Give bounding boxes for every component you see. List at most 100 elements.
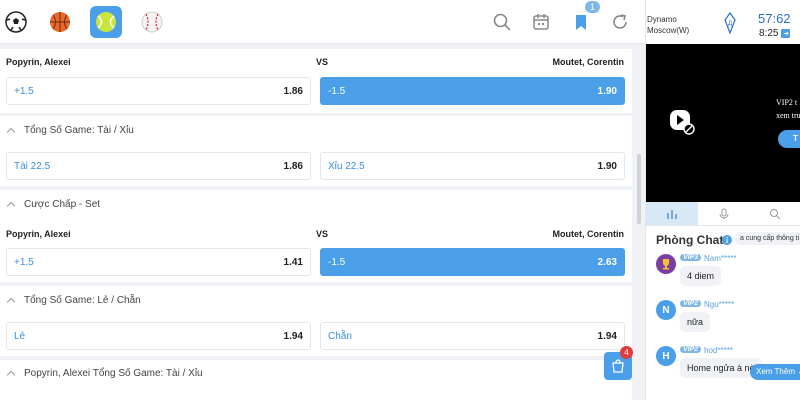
section-title: Tổng Số Game: Lẻ / Chẵn <box>24 295 141 306</box>
section-header[interactable]: Tổng Số Game: Tài / Xỉu <box>6 125 134 137</box>
tennis-ball-icon <box>96 12 116 32</box>
vip-badge: VIP3 <box>680 254 702 261</box>
bet-slip-count-badge: 4 <box>620 346 633 359</box>
home-player: Popyrin, Alexei <box>6 229 71 239</box>
odds-value: 1.90 <box>597 85 617 97</box>
odds-value: 1.94 <box>597 330 617 342</box>
odds-button-away[interactable]: -1.5 1.90 <box>320 77 625 105</box>
sport-tab-soccer[interactable] <box>0 6 32 38</box>
odds-button-odd[interactable]: Lẻ 1.94 <box>6 322 311 350</box>
avatar: H <box>656 346 676 366</box>
chevron-up-icon <box>6 201 16 211</box>
chat-bubble: nữa <box>680 312 711 332</box>
chat-bubble: 4 diem <box>680 266 722 286</box>
sport-tab-baseball[interactable] <box>136 6 168 38</box>
section-title: Popyrin, Alexei Tổng Số Game: Tài / Xỉu <box>24 368 203 379</box>
vs-label: VS <box>316 57 329 67</box>
sport-tab-basketball[interactable] <box>44 6 76 38</box>
odds-label: Lẻ <box>14 330 26 342</box>
bookmark-count-badge: 1 <box>585 1 601 13</box>
info-icon[interactable] <box>722 235 732 245</box>
chevron-up-icon <box>6 370 16 380</box>
vip-badge: VIP2 <box>680 346 702 353</box>
odds-value: 2.63 <box>597 256 617 268</box>
baseball-icon <box>141 11 163 33</box>
play-disabled-icon[interactable] <box>668 108 696 136</box>
panel-tabs <box>646 202 800 226</box>
chevron-up-icon <box>6 297 16 307</box>
section-header[interactable]: Tổng Số Game: Lẻ / Chẵn <box>6 295 141 307</box>
market-card-total-games: Tổng Số Game: Tài / Xỉu Tài 22.5 1.86 Xỉ… <box>0 116 632 186</box>
odds-value: 1.90 <box>597 160 617 172</box>
scoreboard: Dynamo Moscow(W) Д 57:62 8:25 <box>646 0 800 44</box>
odds-button-under[interactable]: Xỉu 22.5 1.90 <box>320 152 625 180</box>
away-player: Moutet, Corentin <box>552 229 625 239</box>
section-header[interactable]: Cược Chấp - Set <box>6 199 101 211</box>
live-video-area[interactable]: VIP2 t xem trư T <box>646 44 800 202</box>
odds-button-home[interactable]: +1.5 1.86 <box>6 77 311 105</box>
see-more-button[interactable]: Xem Thêm ⌄ <box>750 364 800 380</box>
bar-chart-icon <box>666 209 677 219</box>
chat-title: Phòng Chat <box>656 233 724 247</box>
match-clock: 57:62 <box>758 11 791 26</box>
odds-button-home[interactable]: +1.5 1.41 <box>6 248 311 276</box>
scrollbar[interactable] <box>637 154 641 224</box>
chevron-up-icon <box>6 127 16 137</box>
magnifier-icon <box>770 208 781 219</box>
tab-search[interactable] <box>749 202 800 225</box>
chat-room: Phòng Chat a cung cấp thông ti VIP3 Nam*… <box>646 226 800 400</box>
chat-bubble: Home ngửa à nè <box>680 358 762 378</box>
team-logo-icon: Д <box>724 12 736 34</box>
bookmark-icon[interactable] <box>571 12 591 32</box>
right-panel: Dynamo Moscow(W) Д 57:62 8:25 VIP2 t xem… <box>645 0 800 400</box>
chat-notice: a cung cấp thông ti <box>734 232 800 245</box>
market-card-handicap-game: Popyrin, Alexei VS Moutet, Corentin +1.5… <box>0 49 632 113</box>
exit-icon[interactable] <box>781 29 790 38</box>
match-header: Popyrin, Alexei VS Moutet, Corentin <box>6 57 624 67</box>
odds-label: +1.5 <box>14 85 34 97</box>
vip-badge: VIP2 <box>680 300 702 307</box>
odds-label: Xỉu 22.5 <box>328 160 365 172</box>
svg-text:Д: Д <box>728 21 732 27</box>
odds-value: 1.86 <box>283 160 303 172</box>
section-title: Cược Chấp - Set <box>24 199 101 210</box>
odds-label: Tài 22.5 <box>14 160 51 172</box>
tab-statistics[interactable] <box>646 202 698 225</box>
tab-commentary[interactable] <box>698 202 750 225</box>
shopping-bag-icon <box>612 359 624 373</box>
section-title: Tổng Số Game: Tài / Xỉu <box>24 125 134 136</box>
home-player: Popyrin, Alexei <box>6 57 71 67</box>
odds-label: Chẵn <box>328 330 352 342</box>
vs-label: VS <box>316 229 329 239</box>
vip-upgrade-button[interactable]: T <box>778 130 800 148</box>
odds-value: 1.86 <box>283 85 303 97</box>
market-card-odd-even: Tổng Số Game: Lẻ / Chẵn Lẻ 1.94 Chẵn 1.9… <box>0 286 632 356</box>
odds-label: -1.5 <box>328 85 346 97</box>
chat-username: hod***** <box>704 346 733 355</box>
trophy-icon <box>663 259 669 270</box>
team-name: Dynamo Moscow(W) <box>647 15 690 35</box>
odds-label: -1.5 <box>328 256 346 268</box>
sub-time: 8:25 <box>759 28 779 39</box>
search-icon[interactable] <box>492 12 512 32</box>
odds-button-even[interactable]: Chẵn 1.94 <box>320 322 625 350</box>
chat-username: Nam***** <box>704 254 737 263</box>
vip-notice-line2: xem trư <box>776 111 800 120</box>
top-bar: 1 <box>0 0 645 44</box>
vip-notice-line1: VIP2 t <box>776 98 798 107</box>
odds-label: +1.5 <box>14 256 34 268</box>
refresh-icon[interactable] <box>610 12 630 32</box>
odds-button-away[interactable]: -1.5 2.63 <box>320 248 625 276</box>
market-card-player-total-games: Popyrin, Alexei Tổng Số Game: Tài / Xỉu <box>0 360 632 400</box>
section-header[interactable]: Popyrin, Alexei Tổng Số Game: Tài / Xỉu <box>6 368 203 380</box>
avatar: N <box>656 300 676 320</box>
odds-value: 1.94 <box>283 330 303 342</box>
calendar-icon[interactable] <box>531 12 551 32</box>
basketball-icon <box>50 12 70 32</box>
odds-value: 1.41 <box>283 256 303 268</box>
sport-tab-tennis[interactable] <box>90 6 122 38</box>
odds-button-over[interactable]: Tài 22.5 1.86 <box>6 152 311 180</box>
soccer-ball-icon <box>5 11 27 33</box>
markets-panel: Popyrin, Alexei VS Moutet, Corentin +1.5… <box>0 44 645 400</box>
match-header: Popyrin, Alexei VS Moutet, Corentin <box>6 229 624 239</box>
